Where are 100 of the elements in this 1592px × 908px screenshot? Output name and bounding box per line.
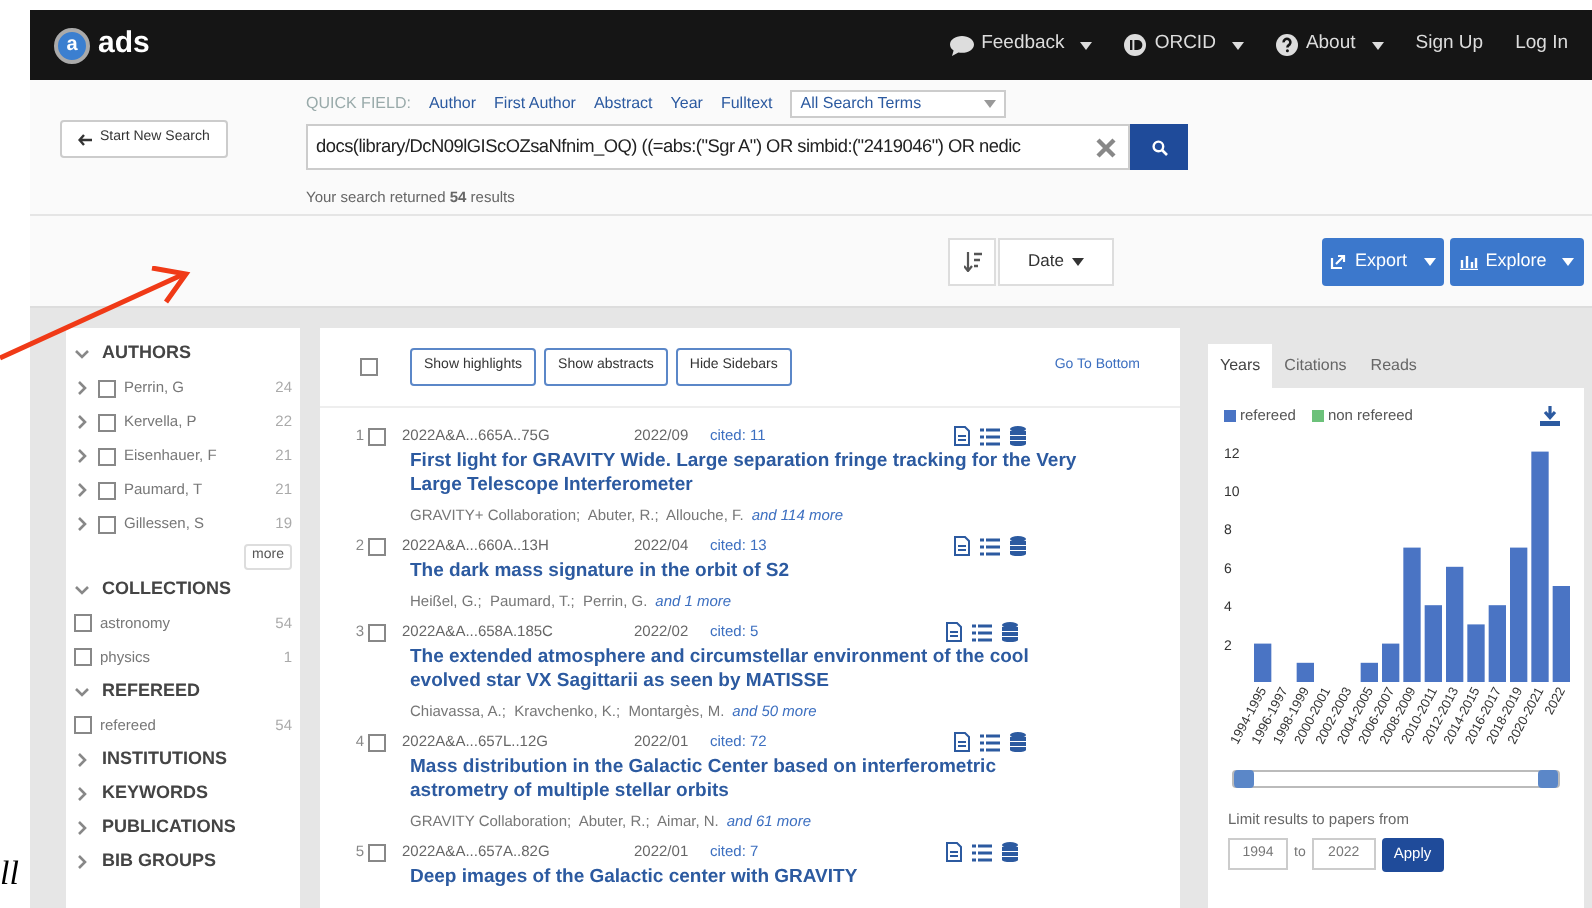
checkbox[interactable]: [74, 648, 92, 666]
clear-icon[interactable]: [1096, 137, 1116, 157]
facet-header[interactable]: COLLECTIONS: [74, 575, 292, 603]
chevron-right-icon[interactable]: [74, 516, 90, 532]
document-icon[interactable]: [954, 732, 971, 752]
list-icon[interactable]: [980, 733, 1001, 751]
document-icon[interactable]: [946, 622, 963, 642]
bar: [1382, 644, 1400, 683]
checkbox[interactable]: [98, 379, 116, 397]
list-icon[interactable]: [972, 623, 993, 641]
left-arrow-icon: [78, 133, 92, 145]
sort-order-button[interactable]: [948, 237, 996, 285]
list-icon[interactable]: [972, 843, 993, 861]
bar: [1446, 567, 1464, 683]
bar: [1296, 663, 1314, 683]
checkbox[interactable]: [98, 481, 116, 499]
result-title[interactable]: The extended atmosphere and circumstellar environment of the cool evolved star VX Sagittarii as seen by MATISSE: [410, 646, 1090, 694]
bar: [1254, 644, 1272, 683]
bar: [1424, 605, 1442, 683]
checkbox[interactable]: [74, 614, 92, 632]
database-icon[interactable]: [1002, 842, 1019, 862]
share-icon: [1330, 253, 1347, 269]
speech-bubble-icon: [949, 35, 974, 55]
checkbox[interactable]: [368, 537, 386, 555]
result-title[interactable]: Mass distribution in the Galactic Center based on interferometric astrometry of multiple stellar orbits: [410, 756, 1090, 804]
document-icon[interactable]: [953, 426, 970, 446]
bar: [1403, 548, 1421, 683]
search-input[interactable]: docs(library/DcN09lGIScOZsaNfnim_OQ) ((=abs:("Sgr A") OR simbid:("2419046") OR nedic: [306, 124, 1130, 170]
explore-button[interactable]: Explore: [1450, 237, 1584, 285]
list-icon[interactable]: [980, 537, 1001, 555]
chevron-right-icon[interactable]: [74, 482, 90, 498]
quick-field-link[interactable]: Author: [428, 92, 477, 116]
help-icon: [1275, 34, 1298, 56]
quick-field-link[interactable]: First Author: [494, 92, 576, 116]
result-title[interactable]: First light for GRAVITY Wide. Large separation fringe tracking for the Very Large Telescope Interferometer: [410, 450, 1090, 498]
checkbox[interactable]: [368, 427, 386, 445]
checkbox[interactable]: [98, 515, 116, 533]
checkbox[interactable]: [368, 843, 386, 861]
search-button[interactable]: [1130, 124, 1188, 170]
chevron-right-icon[interactable]: [74, 853, 90, 869]
graph-tab[interactable]: Reads: [1358, 344, 1429, 388]
facet-header[interactable]: BIB GROUPS: [74, 847, 292, 875]
document-icon[interactable]: [954, 536, 971, 556]
database-icon[interactable]: [1010, 536, 1027, 556]
caret-icon: [1423, 257, 1435, 265]
chevron-right-icon[interactable]: [74, 751, 90, 767]
checkbox[interactable]: [368, 733, 386, 751]
nav-link[interactable]: Log In: [1515, 30, 1568, 60]
database-icon[interactable]: [1009, 426, 1026, 446]
facet-header[interactable]: PUBLICATIONS: [74, 813, 292, 841]
year-range-slider[interactable]: [1232, 770, 1560, 789]
chevron-right-icon[interactable]: [74, 414, 90, 430]
list-icon[interactable]: [979, 427, 1000, 445]
sort-field-dropdown[interactable]: Date: [998, 237, 1114, 285]
facet-header[interactable]: REFEREED: [74, 677, 292, 705]
export-button[interactable]: Export: [1322, 237, 1444, 285]
id-badge-icon: [1124, 34, 1147, 56]
caret-icon: [1562, 257, 1575, 265]
quick-field-link[interactable]: Abstract: [593, 92, 653, 116]
caret-icon: [984, 99, 997, 108]
bar: [1488, 605, 1506, 683]
chevron-down-icon[interactable]: [74, 683, 90, 699]
graph-tab[interactable]: Citations: [1272, 344, 1359, 388]
quick-field-link[interactable]: Year: [670, 92, 703, 116]
download-icon[interactable]: [1540, 405, 1560, 426]
chevron-down-icon[interactable]: [74, 346, 90, 362]
checkbox[interactable]: [360, 358, 378, 376]
chevron-right-icon[interactable]: [74, 819, 90, 835]
chevron-right-icon[interactable]: [74, 785, 90, 801]
graph-tab[interactable]: Years: [1208, 344, 1273, 388]
chevron-down-icon[interactable]: [74, 581, 90, 597]
document-icon[interactable]: [946, 842, 963, 862]
bar: [1467, 624, 1485, 683]
slider-handle[interactable]: [1234, 770, 1254, 789]
checkbox[interactable]: [74, 716, 92, 734]
result-title[interactable]: Deep images of the Galactic center with GRAVITY: [410, 866, 1090, 890]
checkbox[interactable]: [98, 413, 116, 431]
sort-icon: [963, 251, 981, 271]
facet-header[interactable]: INSTITUTIONS: [74, 745, 292, 773]
nav-link[interactable]: About: [1275, 30, 1384, 60]
facet-header[interactable]: AUTHORS: [74, 340, 292, 368]
search-icon: [1151, 139, 1167, 155]
logo-badge[interactable]: a: [54, 27, 90, 63]
slider-handle[interactable]: [1538, 770, 1558, 789]
result-title[interactable]: The dark mass signature in the orbit of S2: [410, 560, 1090, 584]
facet-header[interactable]: KEYWORDS: [74, 779, 292, 807]
database-icon[interactable]: [1010, 732, 1027, 752]
bar: [1510, 548, 1528, 683]
nav-link[interactable]: Sign Up: [1415, 30, 1484, 60]
quick-field-label: QUICK FIELD:: [306, 92, 411, 116]
chevron-right-icon[interactable]: [74, 448, 90, 464]
brand-name[interactable]: ads: [98, 22, 150, 68]
chevron-right-icon[interactable]: [74, 380, 90, 396]
search-terms-dropdown[interactable]: All Search Terms: [790, 90, 1007, 118]
checkbox[interactable]: [98, 447, 116, 465]
nav-link[interactable]: ORCID: [1124, 30, 1244, 60]
quick-field-link[interactable]: Fulltext: [720, 92, 773, 116]
nav-link[interactable]: Feedback: [949, 30, 1093, 60]
checkbox[interactable]: [368, 623, 386, 641]
database-icon[interactable]: [1002, 622, 1019, 642]
